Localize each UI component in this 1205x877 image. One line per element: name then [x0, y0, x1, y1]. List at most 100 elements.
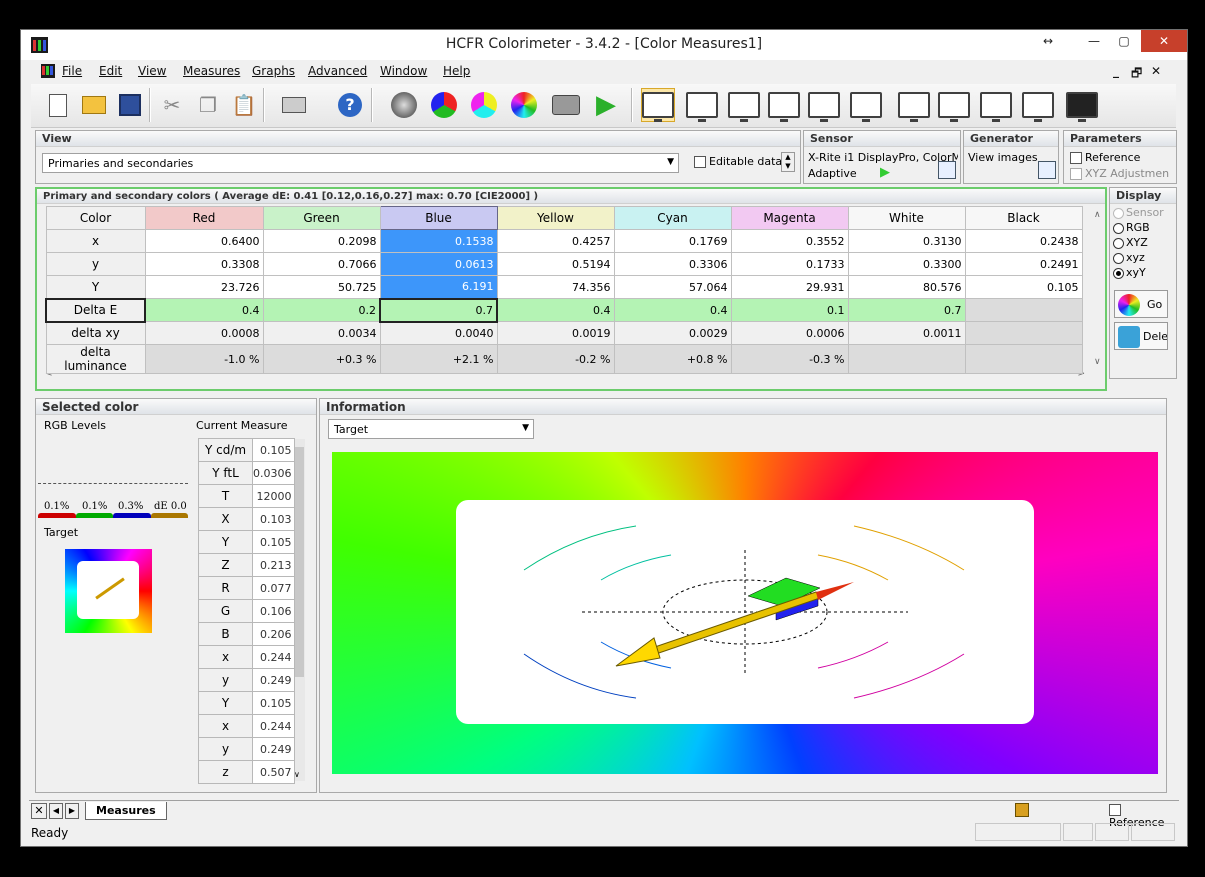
measure-primaries-icon[interactable]	[427, 88, 461, 122]
go-icon	[1118, 294, 1140, 316]
status-text: Ready	[31, 826, 69, 840]
primary-table: Color Red Green Blue Yellow Cyan Magenta…	[45, 206, 1083, 374]
paste-icon[interactable]: 📋	[227, 88, 261, 122]
column-cyan[interactable]: Cyan	[613, 206, 732, 230]
spin-button[interactable]: ▲ ▼	[781, 152, 795, 172]
graph-cie-icon[interactable]	[849, 88, 883, 122]
graph-shift-icon[interactable]	[1021, 88, 1055, 122]
radio-xyy[interactable]: xyY	[1113, 266, 1146, 279]
graph-colortemp-icon[interactable]	[807, 88, 841, 122]
menu-graphs[interactable]: Graphs	[252, 64, 295, 78]
go-button[interactable]: Go	[1114, 290, 1168, 318]
column-magenta[interactable]: Magenta	[730, 206, 849, 230]
graph-dark-icon[interactable]	[1065, 88, 1099, 122]
editable-data-checkbox[interactable]: Editable data	[694, 155, 782, 168]
chevron-down-icon: ▼	[522, 423, 529, 433]
save-icon[interactable]	[113, 88, 147, 122]
new-file-icon[interactable]	[41, 88, 75, 122]
sensor-config-icon[interactable]	[938, 161, 956, 179]
tab-close-icon[interactable]: ✕	[31, 803, 47, 819]
play-icon[interactable]: ▶	[589, 88, 623, 122]
print-icon[interactable]	[277, 88, 311, 122]
graph-measures-icon[interactable]	[641, 88, 675, 122]
column-black[interactable]: Black	[964, 206, 1083, 230]
radio-sensor[interactable]: Sensor	[1113, 206, 1164, 219]
measure-gray-icon[interactable]	[387, 88, 421, 122]
parameters-panel: Parameters Reference XYZ Adjustmen	[1063, 130, 1177, 184]
close-button[interactable]: ✕	[1141, 30, 1187, 52]
table-row: z 0.507	[198, 760, 295, 784]
mdi-restore-button[interactable]: 🗗	[1131, 64, 1142, 85]
menu-bar: File Edit View Measures Graphs Advanced …	[21, 61, 1187, 82]
corner-cell: Color	[45, 206, 146, 230]
info-select[interactable]: Target ▼	[328, 419, 534, 439]
graph-rgb-icon[interactable]	[767, 88, 801, 122]
mdi-close-button[interactable]: ✕	[1151, 64, 1161, 78]
graph-deltae-icon[interactable]	[897, 88, 931, 122]
view-select[interactable]: Primaries and secondaries ▼	[42, 153, 679, 173]
measure-secondaries-icon[interactable]	[467, 88, 501, 122]
menu-advanced[interactable]: Advanced	[308, 64, 367, 78]
chevron-down-icon: ▼	[667, 157, 674, 167]
tab-prev-icon[interactable]: ◀	[49, 803, 63, 819]
table-header-row: Color Red Green Blue Yellow Cyan Magenta…	[45, 206, 1083, 230]
open-folder-icon[interactable]	[77, 88, 111, 122]
menu-help[interactable]: Help	[443, 64, 470, 78]
generator-label: View images	[968, 151, 1038, 164]
radio-rgb[interactable]: RGB	[1113, 221, 1150, 234]
copy-icon[interactable]: ❐	[191, 88, 225, 122]
table-row: Delta E 0.4 0.2 0.7 0.4 0.4 0.1 0.7	[45, 297, 1083, 323]
table-row: x 0.244	[198, 714, 295, 738]
tab-bar: ✕ ◀ ▶ Measures Reference	[29, 800, 1179, 829]
delete-button[interactable]: Delet	[1114, 322, 1168, 350]
vertical-scrollbar[interactable]: ∧ ∨	[1091, 209, 1105, 367]
tab-measures[interactable]: Measures	[85, 802, 167, 820]
target-image	[332, 452, 1158, 774]
level-bars	[38, 513, 188, 518]
cut-icon[interactable]: ✂	[155, 88, 189, 122]
camera-icon[interactable]	[549, 88, 583, 122]
graph-lum-sat-icon[interactable]	[979, 88, 1013, 122]
column-red[interactable]: Red	[144, 206, 264, 230]
column-blue[interactable]: Blue	[379, 206, 498, 230]
measure-all-icon[interactable]	[507, 88, 541, 122]
title-bar[interactable]: HCFR Colorimeter - 3.4.2 - [Color Measur…	[21, 30, 1187, 60]
xyz-adjust-checkbox[interactable]: XYZ Adjustmen	[1070, 167, 1169, 180]
table-row: Y 23.726 50.725 6.191 74.356 57.064 29.931…	[45, 275, 1083, 299]
display-panel: Display Sensor RGB XYZ xyz xyY Go Delet	[1109, 187, 1177, 379]
help-icon[interactable]: ?	[333, 88, 367, 122]
generator-panel: Generator View images	[963, 130, 1059, 184]
status-shield-icon	[1015, 803, 1029, 817]
column-green[interactable]: Green	[262, 206, 381, 230]
reference-checkbox[interactable]: Reference	[1070, 151, 1140, 164]
table-row: Y ftL 0.0306	[198, 461, 295, 485]
column-yellow[interactable]: Yellow	[496, 206, 615, 230]
graph-saturation-icon[interactable]	[937, 88, 971, 122]
target-thumbnail	[65, 549, 152, 633]
table-row: Y cd/m 0.105	[198, 438, 295, 462]
resize-icon[interactable]: ↔	[1025, 30, 1071, 52]
graph-gamma-icon[interactable]	[727, 88, 761, 122]
level-green: 0.1%	[82, 501, 108, 512]
status-bar: Ready	[21, 823, 1187, 847]
cie-arrow-diagram	[523, 525, 965, 699]
table-row: R 0.077	[198, 576, 295, 600]
column-white[interactable]: White	[847, 206, 966, 230]
sensor-play-icon[interactable]: ▶	[880, 165, 890, 180]
graph-luminance-icon[interactable]	[685, 88, 719, 122]
menu-measures[interactable]: Measures	[183, 64, 240, 78]
level-de: dE 0.0	[154, 501, 187, 512]
menu-edit[interactable]: Edit	[99, 64, 122, 78]
measure-table: Y cd/m 0.105 Y ftL 0.0306 T 12000 X 0.103 Y0…	[198, 438, 295, 784]
radio-xyz-lower[interactable]: xyz	[1113, 251, 1145, 264]
menu-view[interactable]: View	[138, 64, 166, 78]
table-row: delta luminance -1.0 % +0.3 % +2.1 % -0.2 …	[45, 344, 1083, 374]
menu-window[interactable]: Window	[380, 64, 427, 78]
information-panel: Information Target ▼	[319, 398, 1167, 793]
mdi-minimize-button[interactable]: _	[1113, 64, 1119, 78]
measure-scrollbar[interactable]: ∨	[293, 439, 305, 781]
radio-xyz[interactable]: XYZ	[1113, 236, 1148, 249]
generator-config-icon[interactable]	[1038, 161, 1056, 179]
tab-next-icon[interactable]: ▶	[65, 803, 79, 819]
menu-file[interactable]: File	[62, 64, 82, 78]
